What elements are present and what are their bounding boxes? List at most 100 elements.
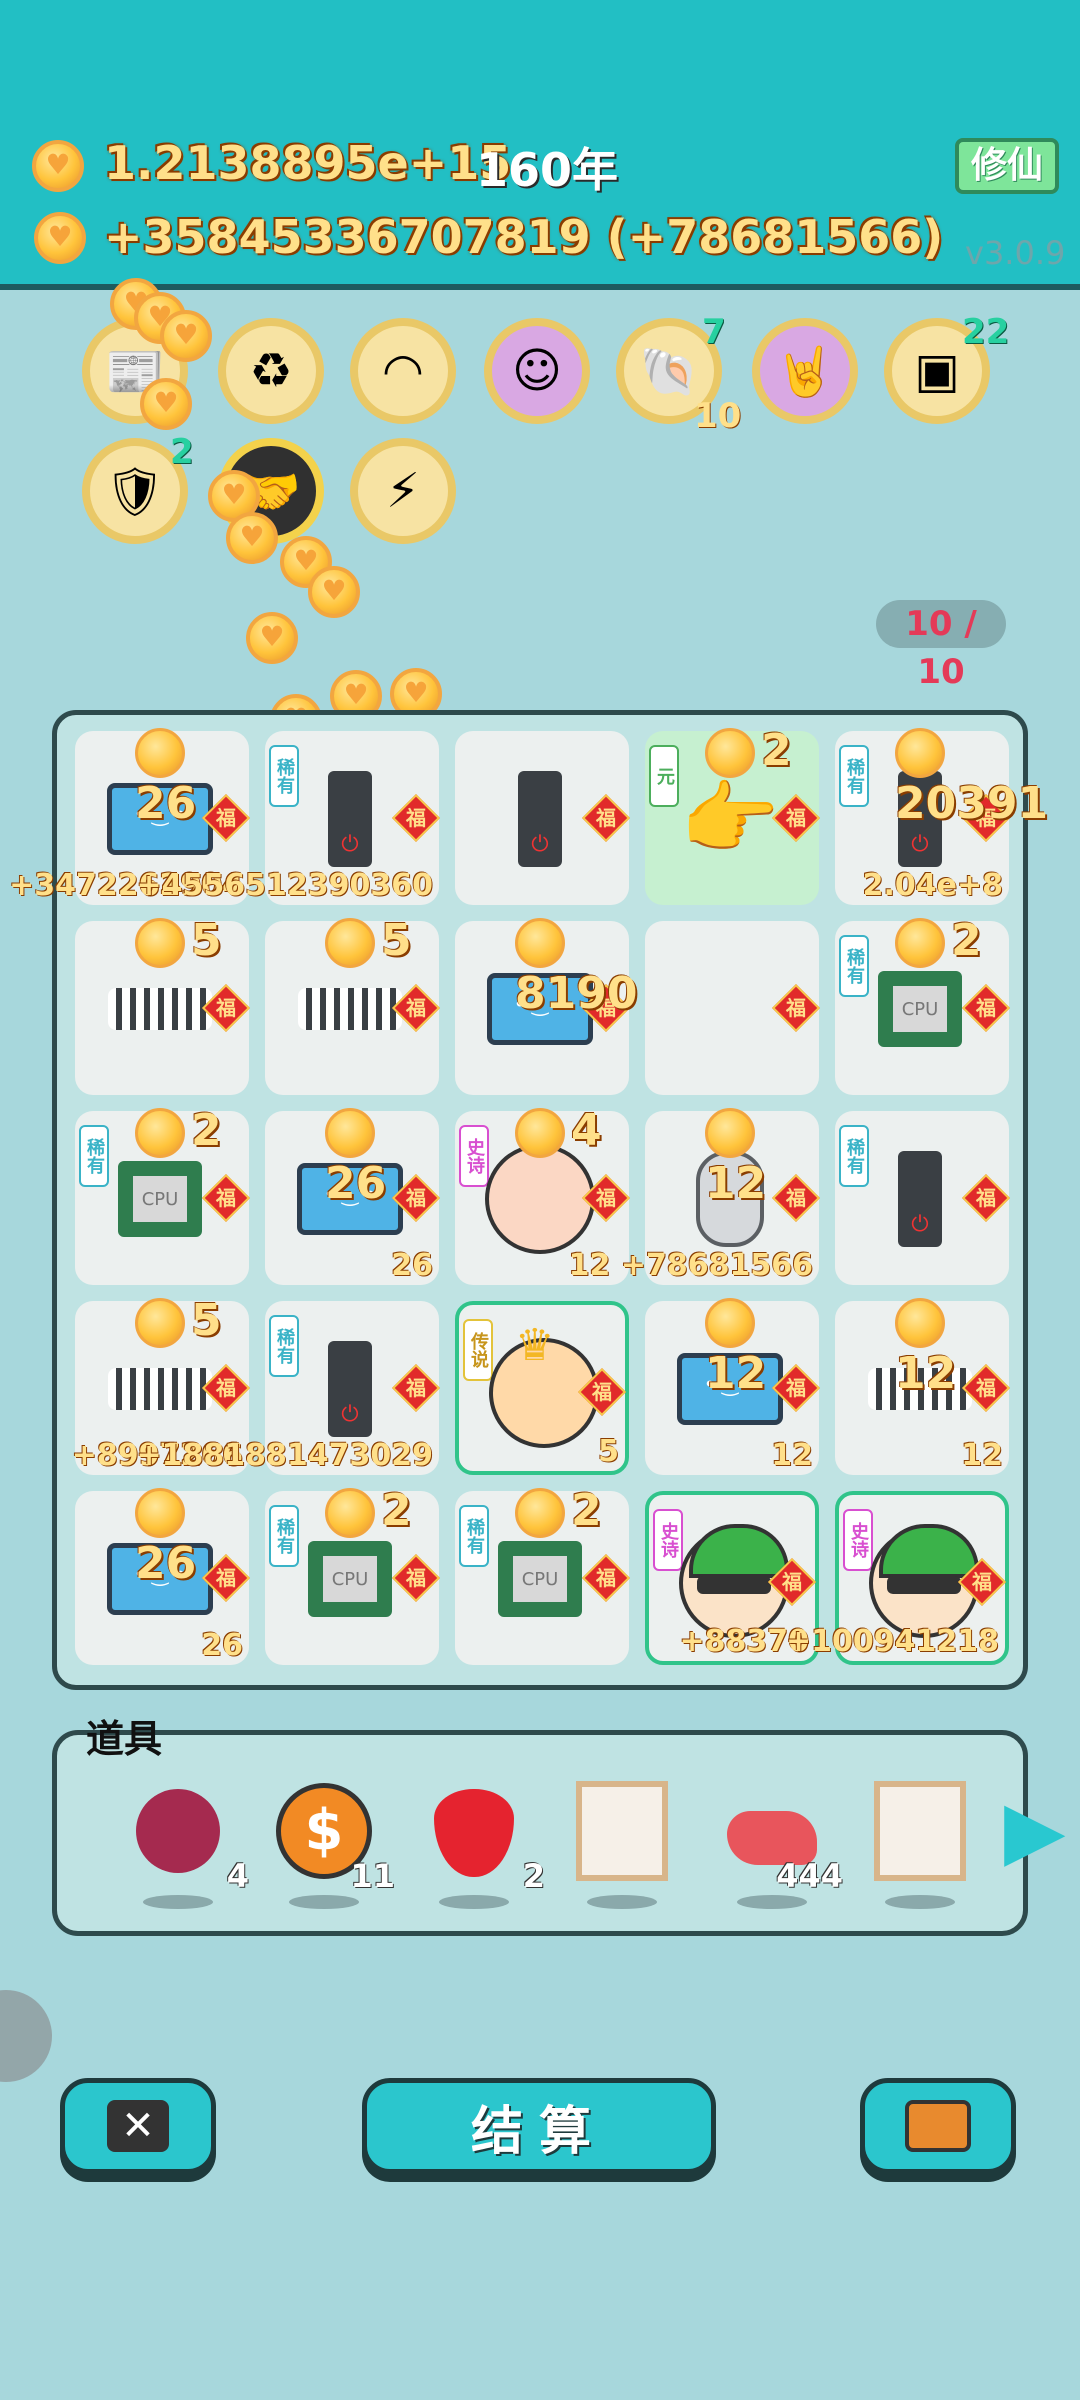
- board-cell[interactable]: 稀有 CPU 福 2: [75, 1105, 251, 1285]
- hacker-face-icon[interactable]: ☺: [484, 318, 590, 424]
- board-cell[interactable]: 福2626: [265, 1108, 441, 1285]
- briefcase-icon: [905, 2100, 971, 2152]
- lightning-icon[interactable]: ⚡: [350, 438, 456, 544]
- cpu-icon: CPU: [295, 1531, 405, 1627]
- flying-coin: [140, 378, 192, 430]
- coin-icon: [135, 1298, 185, 1348]
- coin-icon: [705, 1108, 755, 1158]
- dollar-coin-icon[interactable]: $ 11: [269, 1775, 395, 1909]
- board-cell[interactable]: 元 👉 福 2: [645, 725, 821, 905]
- keyboard-icon: [295, 961, 405, 1057]
- board-cell[interactable]: 稀有 CPU 福 2: [835, 915, 1011, 1095]
- close-button[interactable]: ✕: [60, 2078, 216, 2174]
- cell-coin-count: 8190: [515, 915, 637, 1019]
- top-header: 1.2138895e+15 160年 +35845336707819 (+786…: [0, 0, 1080, 290]
- cell-coin-count: 26: [135, 725, 249, 829]
- briefcase-button[interactable]: [860, 2078, 1016, 2174]
- cell-coin-count: 2: [135, 1105, 222, 1158]
- settle-button[interactable]: 结算: [362, 2078, 716, 2174]
- coin-icon: [325, 1488, 375, 1538]
- board-cell[interactable]: 稀有福+4556512390360: [137, 731, 441, 905]
- cell-coin-count: 2: [705, 725, 792, 778]
- board-cell[interactable]: 稀有 CPU 福 2: [455, 1485, 631, 1665]
- empty-slot: [675, 961, 785, 1057]
- flying-coin: [160, 310, 212, 362]
- board-cell[interactable]: 稀有福: [835, 1111, 1011, 1285]
- coin-icon: [32, 140, 84, 192]
- coin-icon: [135, 728, 185, 778]
- board-cell[interactable]: 福5: [75, 915, 251, 1095]
- cell-coin-count: 20391: [895, 725, 1048, 829]
- board-cell[interactable]: 稀有 CPU 福 2: [265, 1485, 441, 1665]
- pc-tower-icon: [485, 771, 595, 867]
- coin-icon: [895, 918, 945, 968]
- frame-icon[interactable]: [567, 1775, 677, 1909]
- board-cell[interactable]: 福: [455, 731, 631, 905]
- coin-icon: [135, 918, 185, 968]
- cell-coin-count: 26: [135, 1485, 249, 1589]
- coins-rate: +35845336707819 (+78681566): [104, 210, 944, 264]
- cell-coin-count: 12: [895, 1295, 1009, 1399]
- board-cell[interactable]: 稀有福203912.04e+8: [835, 728, 1048, 905]
- coin-icon: [515, 918, 565, 968]
- cell-coin-count: 2: [895, 915, 982, 968]
- version-label: v3.0.9: [965, 234, 1066, 272]
- coin-icon: [34, 212, 86, 264]
- cell-coin-count: 4: [515, 1105, 602, 1158]
- coin-icon: [325, 918, 375, 968]
- next-arrow-icon[interactable]: ▶: [1004, 1790, 1066, 1880]
- coin-icon: [705, 1298, 755, 1348]
- rock-hand-icon[interactable]: 🤘: [752, 318, 858, 424]
- board-cell[interactable]: 福: [645, 921, 821, 1095]
- pc-tower-icon: [295, 771, 405, 867]
- board-cell[interactable]: 稀有福+1881881473029: [137, 1301, 441, 1475]
- cpu-icon: CPU: [105, 1151, 215, 1247]
- board-cell[interactable]: 福2626: [75, 1488, 251, 1665]
- cell-coin-count: 26: [325, 1105, 439, 1209]
- pc-tower-icon: [295, 1341, 405, 1437]
- coin-icon: [515, 1108, 565, 1158]
- coins-total: 1.2138895e+15: [104, 136, 512, 190]
- cell-income: +4556512390360: [136, 868, 434, 903]
- board-cell[interactable]: 福5: [265, 915, 441, 1095]
- board-cell[interactable]: 福8190: [455, 918, 637, 1095]
- cell-income: 12: [961, 1438, 1003, 1473]
- skirt-icon[interactable]: ◠: [350, 318, 456, 424]
- coin-icon: [325, 1108, 375, 1158]
- flying-coin: [308, 566, 360, 618]
- board-cell[interactable]: 福1212: [645, 1298, 821, 1475]
- tools-bar: 4 $ 11 2 444: [52, 1730, 1028, 1936]
- year-counter: 160年: [476, 143, 619, 197]
- settle-label: 结算: [470, 2101, 607, 2162]
- cell-coin-count: 5: [135, 915, 222, 968]
- coin-icon: [135, 1108, 185, 1158]
- cultivate-button[interactable]: 修仙: [955, 138, 1059, 194]
- cell-income: +100941218: [785, 1624, 999, 1659]
- floating-assist-ball[interactable]: [0, 1990, 52, 2082]
- cell-coin-count: 5: [325, 915, 412, 968]
- coin-icon: [515, 1488, 565, 1538]
- cell-coin-count: 2: [325, 1485, 412, 1538]
- board-cell[interactable]: 传说 ♛ 福 5: [455, 1301, 629, 1475]
- cell-income: 12 +78681566: [568, 1248, 813, 1283]
- item-board: 福26+3472262904稀有福+4556512390360福元👉福2稀有福2…: [9, 710, 1048, 1690]
- strawberry-icon[interactable]: 2: [419, 1775, 545, 1909]
- close-icon: ✕: [107, 2100, 169, 2152]
- cell-coin-count: 12: [705, 1105, 819, 1209]
- coin-icon: [895, 728, 945, 778]
- shell-count: 7: [702, 312, 726, 352]
- board-cell[interactable]: 福1212: [835, 1298, 1011, 1475]
- frame-icon[interactable]: [865, 1775, 975, 1909]
- board-cell[interactable]: 福 12 12 +78681566: [569, 1108, 821, 1285]
- recycle-icon[interactable]: ♻: [218, 318, 324, 424]
- cpu-icon: CPU: [865, 961, 975, 1057]
- coin-icon: [895, 1298, 945, 1348]
- flying-coin: [226, 512, 278, 564]
- board-cell[interactable]: 史诗福 +100941218: [786, 1491, 1009, 1665]
- cell-income: 5: [598, 1434, 619, 1469]
- liver-icon[interactable]: 444: [717, 1775, 843, 1909]
- cell-income: 12: [771, 1438, 813, 1473]
- lychee-icon[interactable]: 4: [123, 1775, 249, 1909]
- cell-coin-count: 2: [515, 1485, 602, 1538]
- keyboard-icon: [105, 1341, 215, 1437]
